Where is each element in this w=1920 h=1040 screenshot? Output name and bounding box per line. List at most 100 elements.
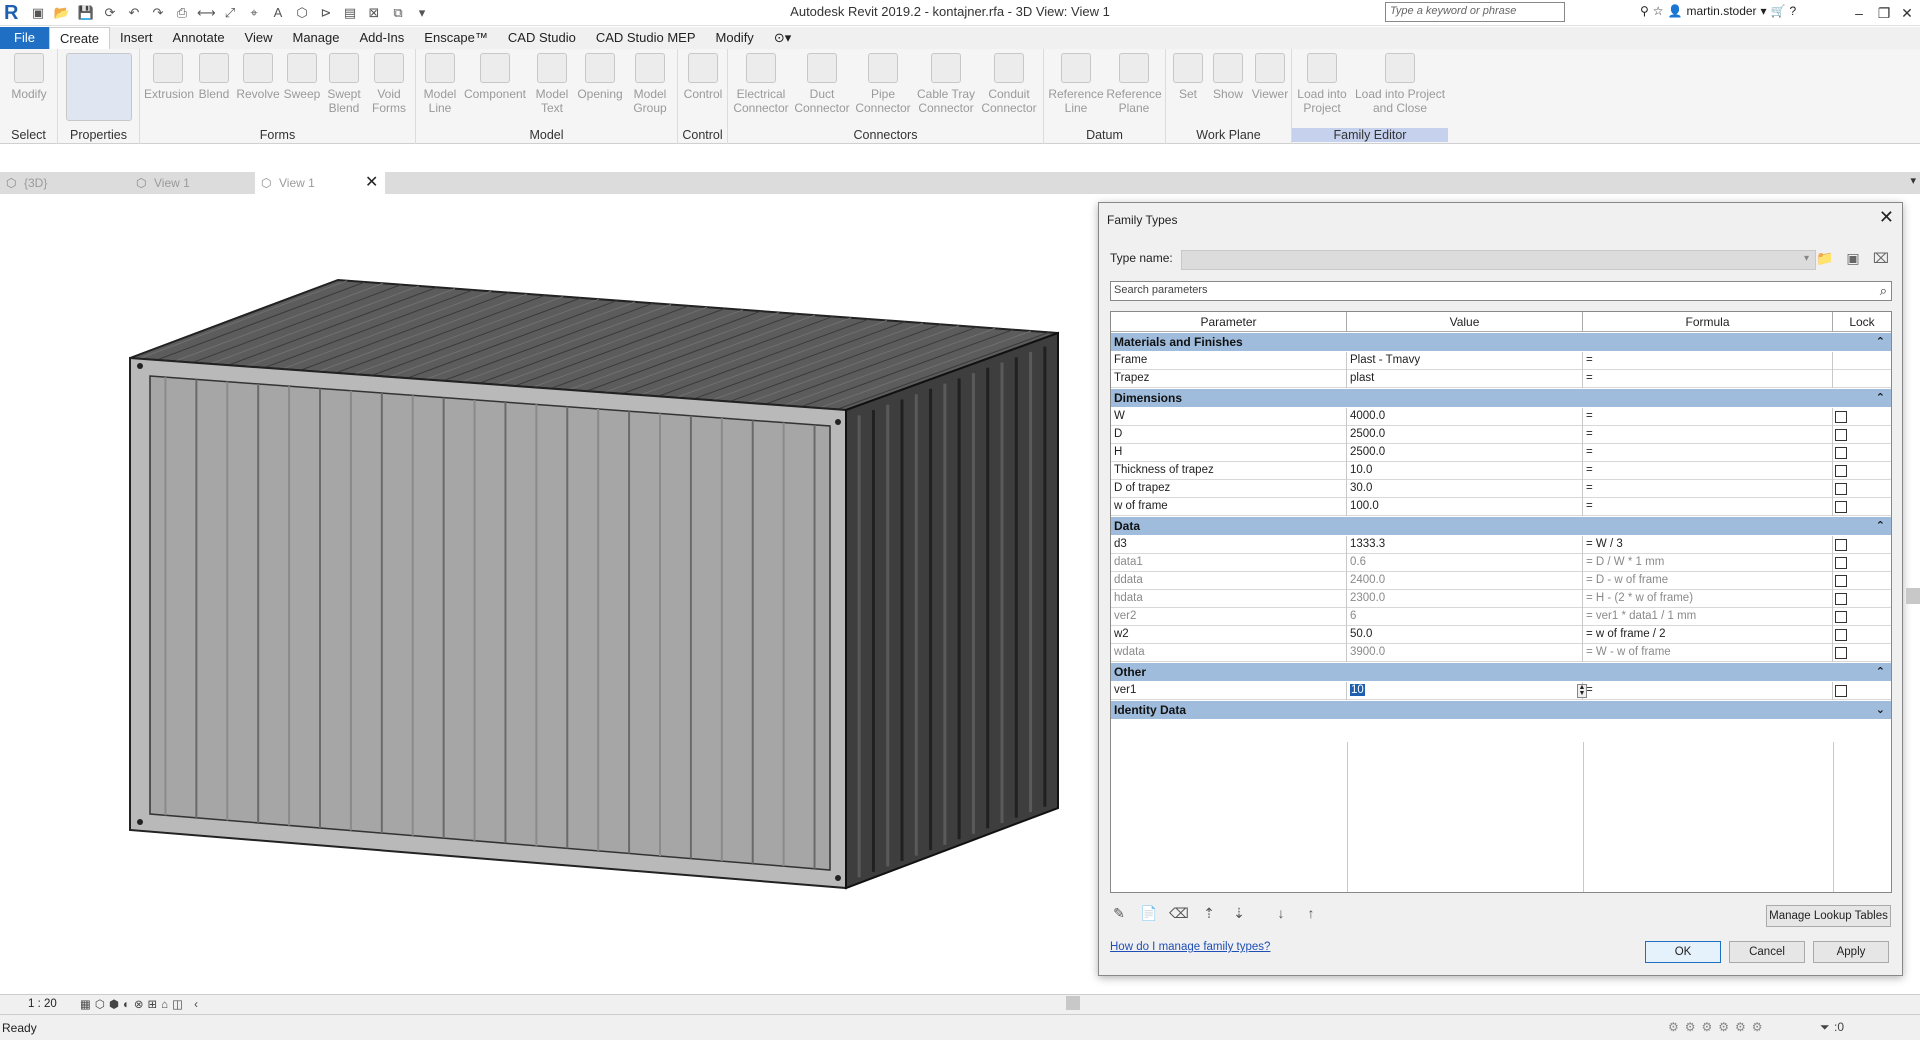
- open-icon[interactable]: 📂: [53, 4, 71, 22]
- help-link[interactable]: How do I manage family types?: [1110, 941, 1270, 953]
- reference-line-button[interactable]: Reference Line: [1048, 53, 1104, 115]
- tab-add-ins[interactable]: Add-Ins: [349, 27, 414, 49]
- parameter-cell[interactable]: w of frame: [1111, 498, 1347, 516]
- redo-icon[interactable]: ↷: [149, 4, 167, 22]
- formula-cell[interactable]: = D - w of frame: [1583, 572, 1833, 590]
- parameter-cell[interactable]: Thickness of trapez: [1111, 462, 1347, 480]
- view-control-icons[interactable]: ▦⬡⬢◐⊗⊞⌂◫ ‹: [80, 997, 202, 1011]
- table-row[interactable]: d3 1333.3 = W / 3: [1111, 536, 1891, 554]
- home-icon[interactable]: ▣: [29, 4, 47, 22]
- formula-cell[interactable]: =: [1583, 480, 1833, 498]
- tab-view[interactable]: View: [235, 27, 283, 49]
- group-row[interactable]: Materials and Finishes ⌃: [1111, 333, 1891, 351]
- parameter-cell[interactable]: D: [1111, 426, 1347, 444]
- undo-icon[interactable]: ↶: [125, 4, 143, 22]
- lock-checkbox[interactable]: [1835, 447, 1847, 459]
- close-window-button[interactable]: ✕: [1893, 2, 1920, 24]
- model-text-button[interactable]: Model Text: [530, 53, 574, 115]
- table-row[interactable]: W 4000.0 =: [1111, 408, 1891, 426]
- value-cell[interactable]: 0.6: [1347, 554, 1583, 572]
- print-icon[interactable]: ⎙: [173, 4, 191, 22]
- load-into-project-close-button[interactable]: Load into Project and Close: [1354, 53, 1446, 115]
- blend-button[interactable]: Blend: [194, 53, 234, 101]
- tab-enscape[interactable]: Enscape™: [414, 27, 498, 49]
- col-header-value[interactable]: Value: [1347, 312, 1583, 332]
- cancel-button[interactable]: Cancel: [1729, 941, 1805, 963]
- lock-checkbox[interactable]: [1835, 593, 1847, 605]
- col-header-formula[interactable]: Formula: [1583, 312, 1833, 332]
- value-cell[interactable]: 30.0: [1347, 480, 1583, 498]
- component-button[interactable]: Component: [460, 53, 530, 101]
- ribbon-options-icon[interactable]: ⊙▾: [764, 27, 801, 49]
- horizontal-scrollbar-thumb[interactable]: [1066, 996, 1080, 1010]
- lock-checkbox[interactable]: [1835, 483, 1847, 495]
- apply-button[interactable]: Apply: [1813, 941, 1889, 963]
- parameter-cell[interactable]: D of trapez: [1111, 480, 1347, 498]
- help-icon[interactable]: ?: [1790, 4, 1797, 18]
- formula-cell[interactable]: =: [1583, 682, 1833, 700]
- close-icon[interactable]: ✕: [1879, 207, 1894, 228]
- table-row[interactable]: Frame Plast - Tmavy =: [1111, 352, 1891, 370]
- group-row[interactable]: Data ⌃: [1111, 517, 1891, 535]
- value-edit-field[interactable]: 10: [1350, 684, 1365, 696]
- select-dropdown[interactable]: Select: [0, 128, 57, 142]
- lock-checkbox[interactable]: [1835, 647, 1847, 659]
- close-hidden-icon[interactable]: ⊠: [365, 4, 383, 22]
- edit-parameter-icon[interactable]: ✎: [1109, 905, 1129, 925]
- section-icon[interactable]: ⊳: [317, 4, 335, 22]
- tab-manage[interactable]: Manage: [283, 27, 350, 49]
- move-up-icon[interactable]: ⇡: [1199, 905, 1219, 925]
- star-icon[interactable]: ☆: [1653, 4, 1664, 18]
- tab-create[interactable]: Create: [48, 27, 110, 49]
- user-area[interactable]: ⚲ ☆ 👤 martin.stoder ▾ 🛒 ?: [1640, 4, 1796, 18]
- value-cell[interactable]: 100.0: [1347, 498, 1583, 516]
- table-row[interactable]: wdata 3900.0 = W - w of frame: [1111, 644, 1891, 662]
- filter-icon[interactable]: ⏷: [1820, 1020, 1830, 1035]
- pipe-connector-button[interactable]: Pipe Connector: [852, 53, 914, 115]
- formula-cell[interactable]: =: [1583, 370, 1833, 388]
- void-forms-button[interactable]: Void Forms: [366, 53, 412, 115]
- parameter-cell[interactable]: w2: [1111, 626, 1347, 644]
- modify-button[interactable]: Modify: [6, 53, 52, 101]
- control-button[interactable]: Control: [680, 53, 726, 101]
- value-cell[interactable]: 2300.0: [1347, 590, 1583, 608]
- parameter-cell[interactable]: ddata: [1111, 572, 1347, 590]
- collapse-icon[interactable]: ⌃: [1876, 663, 1885, 681]
- swept-blend-button[interactable]: Swept Blend: [324, 53, 364, 115]
- manage-lookup-tables-button[interactable]: Manage Lookup Tables: [1766, 905, 1891, 927]
- parameter-cell[interactable]: wdata: [1111, 644, 1347, 662]
- formula-cell[interactable]: = D / W * 1 mm: [1583, 554, 1833, 572]
- col-header-parameter[interactable]: Parameter: [1111, 312, 1347, 332]
- lock-checkbox[interactable]: [1835, 685, 1847, 697]
- tab-menu-icon[interactable]: ▾: [1910, 174, 1916, 187]
- sync-icon[interactable]: ⟳: [101, 4, 119, 22]
- lock-checkbox[interactable]: [1835, 465, 1847, 477]
- revit-logo-icon[interactable]: R: [4, 2, 26, 24]
- formula-cell[interactable]: = W / 3: [1583, 536, 1833, 554]
- model-line-button[interactable]: Model Line: [420, 53, 460, 115]
- new-parameter-icon[interactable]: 📄: [1139, 905, 1159, 925]
- type-name-select[interactable]: ▾: [1181, 250, 1816, 270]
- parameter-cell[interactable]: W: [1111, 408, 1347, 426]
- vertical-scrollbar-thumb[interactable]: [1906, 588, 1920, 604]
- group-row[interactable]: Dimensions ⌃: [1111, 389, 1891, 407]
- view-tab-view1-a[interactable]: ⬡ View 1: [130, 172, 255, 194]
- measure-icon[interactable]: ⟷: [197, 4, 216, 22]
- delete-parameter-icon[interactable]: ⌫: [1169, 905, 1189, 925]
- parameter-cell[interactable]: H: [1111, 444, 1347, 462]
- parameter-cell[interactable]: Trapez: [1111, 370, 1347, 388]
- parameter-cell[interactable]: ver2: [1111, 608, 1347, 626]
- cart-icon[interactable]: 🛒: [1771, 4, 1786, 18]
- user-name[interactable]: martin.stoder: [1687, 4, 1757, 18]
- electrical-connector-button[interactable]: Electrical Connector: [730, 53, 792, 115]
- view-scale[interactable]: 1 : 20: [28, 998, 57, 1010]
- chevron-down-icon[interactable]: ▾: [1761, 4, 1767, 18]
- tab-annotate[interactable]: Annotate: [163, 27, 235, 49]
- collapse-icon[interactable]: ⌃: [1876, 333, 1885, 351]
- lock-checkbox[interactable]: [1835, 429, 1847, 441]
- tab-modify[interactable]: Modify: [706, 27, 764, 49]
- cable-tray-connector-button[interactable]: Cable Tray Connector: [914, 53, 978, 115]
- value-cell[interactable]: Plast - Tmavy: [1347, 352, 1583, 370]
- formula-cell[interactable]: = w of frame / 2: [1583, 626, 1833, 644]
- formula-cell[interactable]: = H - (2 * w of frame): [1583, 590, 1833, 608]
